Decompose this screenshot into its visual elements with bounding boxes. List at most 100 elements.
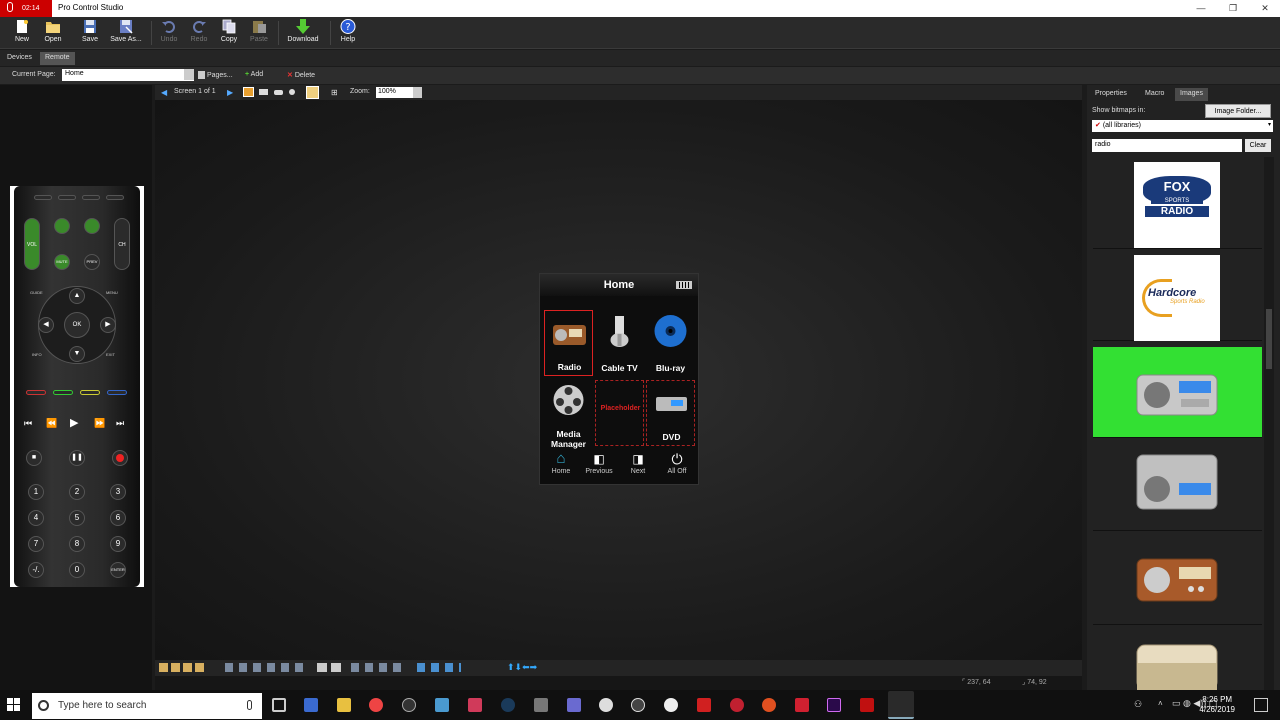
- steam-icon[interactable]: [501, 698, 515, 712]
- play-icon[interactable]: ▶: [70, 416, 78, 429]
- pause-button[interactable]: ❚❚: [69, 450, 85, 466]
- delete-page-button[interactable]: ✕ Delete: [287, 71, 315, 79]
- pages-button[interactable]: Pages...: [198, 71, 233, 79]
- add-page-button[interactable]: + Add: [245, 71, 263, 78]
- remote-number-key[interactable]: 7: [28, 536, 44, 552]
- channel-rocker[interactable]: CH: [114, 218, 130, 270]
- previous-screen-arrow-icon[interactable]: ◀: [161, 88, 167, 97]
- download-button[interactable]: Download: [284, 19, 322, 43]
- design-canvas[interactable]: Home Radio Cable TV Blu-ray Media Manage…: [155, 100, 1082, 660]
- dpad-down-button[interactable]: ▼: [69, 346, 85, 362]
- image-item[interactable]: Hardcore Sports Radio: [1093, 251, 1262, 341]
- nav-home-button[interactable]: ⌂ Home: [542, 450, 580, 484]
- remote-number-key[interactable]: 0: [69, 562, 85, 578]
- red-button[interactable]: [26, 390, 46, 395]
- distribute-icons[interactable]: [351, 663, 403, 672]
- nav-previous-button[interactable]: ◧ Previous: [580, 450, 618, 484]
- app-red-icon[interactable]: [468, 698, 482, 712]
- creative-cloud-icon[interactable]: [860, 698, 874, 712]
- nav-next-button[interactable]: ◨ Next: [619, 450, 657, 484]
- image-folder-button[interactable]: Image Folder...: [1205, 104, 1271, 118]
- scrollbar-thumb[interactable]: [1266, 309, 1272, 369]
- close-button[interactable]: ✕: [1249, 0, 1280, 17]
- layer-order-icons[interactable]: [159, 663, 207, 672]
- volume-rocker[interactable]: VOL: [24, 218, 40, 270]
- blue-button[interactable]: [107, 390, 127, 395]
- app-circle-icon[interactable]: [402, 698, 416, 712]
- cable-tv-button-tile[interactable]: Cable TV: [595, 310, 644, 376]
- radio-button-tile[interactable]: Radio: [544, 310, 593, 376]
- current-page-select[interactable]: Home: [62, 69, 194, 81]
- guide-button[interactable]: GUIDE: [30, 290, 43, 295]
- image-item[interactable]: [1093, 629, 1262, 690]
- pro-control-studio-taskbar-icon[interactable]: [888, 691, 914, 719]
- tab-devices[interactable]: Devices: [2, 52, 37, 65]
- task-view-icon[interactable]: [272, 698, 286, 712]
- rewind-icon[interactable]: ⏪: [46, 418, 57, 429]
- clear-button[interactable]: Clear: [1245, 139, 1271, 152]
- remote-number-key[interactable]: 6: [110, 510, 126, 526]
- move-arrows-icons[interactable]: ⬆⬇⬅➡: [507, 662, 537, 673]
- remote-green-button[interactable]: [54, 218, 70, 234]
- next-screen-arrow-icon[interactable]: ▶: [227, 88, 233, 97]
- remote-number-key[interactable]: 2: [69, 484, 85, 500]
- tray-chevron-icon[interactable]: ˄: [1158, 699, 1163, 708]
- itunes-icon[interactable]: [599, 698, 613, 712]
- menu-button[interactable]: MENU: [106, 290, 118, 295]
- remote-number-key[interactable]: -/.: [28, 562, 44, 578]
- skip-forward-icon[interactable]: ⏭: [116, 418, 124, 429]
- chrome-icon[interactable]: [369, 698, 383, 712]
- remote-number-key[interactable]: 3: [110, 484, 126, 500]
- app-flash-icon[interactable]: [697, 698, 711, 712]
- notification-center-icon[interactable]: [1254, 698, 1268, 712]
- info-button[interactable]: INFO: [32, 352, 42, 357]
- size-icons[interactable]: [317, 663, 343, 672]
- mute-button[interactable]: MUTE: [54, 254, 70, 270]
- placeholder-tile[interactable]: Placeholder: [595, 380, 644, 446]
- dpad-left-button[interactable]: ◀: [38, 317, 54, 333]
- remote-top-button[interactable]: [106, 195, 124, 200]
- new-button[interactable]: New: [10, 19, 34, 43]
- exit-button[interactable]: EXIT: [106, 352, 115, 357]
- origin-icon[interactable]: [762, 698, 776, 712]
- save-button[interactable]: Save: [78, 19, 102, 43]
- remote-top-button[interactable]: [82, 195, 100, 200]
- spacing-icons[interactable]: [417, 663, 461, 672]
- remote-number-key[interactable]: 1: [28, 484, 44, 500]
- record-button[interactable]: [112, 450, 128, 466]
- fast-forward-icon[interactable]: ⏩: [94, 418, 105, 429]
- app-icon-a[interactable]: [304, 698, 318, 712]
- tab-images[interactable]: Images: [1175, 88, 1208, 101]
- remote-number-key[interactable]: 9: [110, 536, 126, 552]
- windows-start-icon[interactable]: [7, 698, 21, 712]
- image-list-scrollbar[interactable]: [1264, 157, 1274, 690]
- remote-top-button[interactable]: [34, 195, 52, 200]
- rounded-rect-icon[interactable]: [274, 90, 283, 95]
- app-v-icon[interactable]: [664, 698, 678, 712]
- copy-button[interactable]: Copy: [217, 19, 241, 43]
- taskbar-search-box[interactable]: Type here to search: [32, 693, 262, 719]
- app-u-icon[interactable]: [631, 698, 645, 712]
- remote-number-key[interactable]: 8: [69, 536, 85, 552]
- yellow-button[interactable]: [80, 390, 100, 395]
- library-select[interactable]: ✔ (all libraries) ▾: [1092, 120, 1273, 132]
- rect-shape-icon[interactable]: [259, 89, 268, 95]
- remote-number-key[interactable]: ENTER: [110, 562, 126, 578]
- align-icons[interactable]: [225, 663, 305, 672]
- app-angular-icon[interactable]: [795, 698, 809, 712]
- discord-icon[interactable]: [567, 698, 581, 712]
- green-button[interactable]: [53, 390, 73, 395]
- app-photos-icon[interactable]: [435, 698, 449, 712]
- image-item[interactable]: [1093, 535, 1262, 625]
- app-grey-icon[interactable]: [534, 698, 548, 712]
- paste-button[interactable]: Paste: [247, 19, 271, 43]
- file-explorer-icon[interactable]: [337, 698, 351, 712]
- ok-button[interactable]: OK: [64, 312, 90, 338]
- minimize-button[interactable]: —: [1185, 0, 1217, 17]
- pencil-icon[interactable]: [306, 86, 319, 99]
- image-item[interactable]: [1093, 441, 1262, 531]
- image-search-input[interactable]: radio: [1092, 139, 1242, 152]
- dpad-up-button[interactable]: ▲: [69, 288, 85, 304]
- circle-shape-icon[interactable]: [289, 89, 295, 95]
- open-button[interactable]: Open: [40, 19, 66, 43]
